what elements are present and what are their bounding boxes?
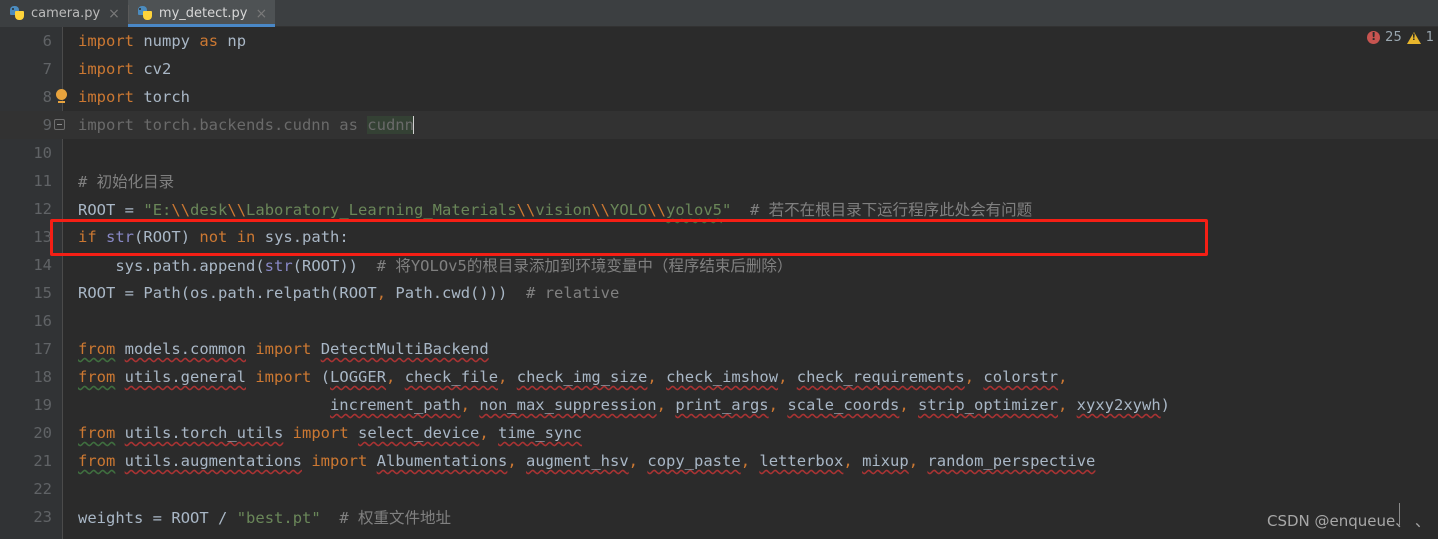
- gutter-marker: [52, 419, 68, 447]
- code-line[interactable]: 13 if str(ROOT) not in sys.path:: [0, 223, 1438, 251]
- code-comment: # relative: [526, 284, 620, 302]
- code-line[interactable]: 22: [0, 475, 1438, 503]
- line-number: 16: [33, 312, 52, 330]
- gutter-marker: [52, 195, 68, 223]
- gutter-marker: [52, 279, 68, 307]
- code-comment: # 权重文件地址: [339, 509, 452, 527]
- code-comment: # 若不在根目录下运行程序此处会有问题: [750, 201, 1033, 219]
- line-number: 12: [33, 200, 52, 218]
- gutter-marker: [52, 167, 68, 195]
- code-text: from models.common import DetectMultiBac…: [78, 340, 489, 358]
- line-number: 6: [42, 32, 52, 50]
- gutter-marker: [52, 447, 68, 475]
- tab-divider: [127, 5, 129, 22]
- code-text: sys.path.append(str(ROOT)) # 将YOLOv5的根目录…: [115, 257, 793, 275]
- code-comment: # 初始化目录: [78, 173, 175, 191]
- code-text: import torch.backends.cudnn as cudnn: [78, 116, 414, 134]
- code-editor[interactable]: 6 import numpy as np 7 import cv2 8 impo…: [0, 27, 1438, 539]
- gutter-marker: [52, 307, 68, 335]
- line-number: 17: [33, 340, 52, 358]
- code-line[interactable]: 11 # 初始化目录: [0, 167, 1438, 195]
- code-line[interactable]: 19 increment_path, non_max_suppression, …: [0, 391, 1438, 419]
- line-number: 22: [33, 480, 52, 498]
- code-line[interactable]: 14 sys.path.append(str(ROOT)) # 将YOLOv5的…: [0, 251, 1438, 279]
- warning-count: 1: [1425, 30, 1434, 45]
- lightbulb-intention-icon[interactable]: [56, 89, 67, 103]
- warning-triangle-icon[interactable]: [1406, 31, 1421, 44]
- python-file-icon: [10, 6, 25, 21]
- gutter-marker: [52, 475, 68, 503]
- code-text: ROOT = Path(os.path.relpath(ROOT, Path.c…: [78, 284, 620, 302]
- close-icon[interactable]: ×: [108, 7, 120, 21]
- code-text: import numpy as np: [78, 32, 247, 50]
- line-number: 21: [33, 452, 52, 470]
- line-number: 23: [33, 508, 52, 526]
- code-text: from utils.augmentations import Albument…: [78, 452, 1096, 470]
- close-icon[interactable]: ×: [255, 7, 267, 21]
- gutter-marker: [52, 139, 68, 167]
- code-text: import cv2: [78, 60, 172, 78]
- line-number: 14: [33, 256, 52, 274]
- code-text: import torch: [78, 88, 191, 106]
- line-number: 13: [33, 228, 52, 246]
- code-line-current[interactable]: 9 import torch.backends.cudnn as cudnn: [0, 111, 1438, 139]
- error-circle-icon[interactable]: [1367, 30, 1381, 44]
- code-text: weights = ROOT / "best.pt" # 权重文件地址: [78, 509, 452, 527]
- line-number: 15: [33, 284, 52, 302]
- gutter-marker: [52, 363, 68, 391]
- line-number: 11: [33, 172, 52, 190]
- gutter-marker: [52, 83, 68, 111]
- tab-camera-py[interactable]: camera.py ×: [0, 0, 128, 27]
- code-text: from utils.general import (LOGGER, check…: [78, 368, 1068, 386]
- mouse-text-cursor: [1399, 503, 1400, 525]
- gutter-marker: [52, 111, 68, 139]
- gutter-marker: [52, 503, 68, 531]
- tab-my-detect-py[interactable]: my_detect.py ×: [127, 0, 276, 27]
- code-comment: # 将YOLOv5的根目录添加到环境变量中（程序结束后删除）: [376, 257, 793, 275]
- gutter-marker: [52, 251, 68, 279]
- inspection-status-widget[interactable]: 25 1: [1367, 30, 1434, 45]
- code-line[interactable]: 21 from utils.augmentations import Album…: [0, 447, 1438, 475]
- tab-label: my_detect.py: [158, 6, 248, 21]
- gutter-marker: [52, 55, 68, 83]
- code-line[interactable]: 10: [0, 139, 1438, 167]
- line-number: 18: [33, 368, 52, 386]
- code-line[interactable]: 20 from utils.torch_utils import select_…: [0, 419, 1438, 447]
- pycharm-editor-window: camera.py × my_detect.py × 6 import nump…: [0, 0, 1438, 539]
- code-line[interactable]: 23 weights = ROOT / "best.pt" # 权重文件地址: [0, 503, 1438, 531]
- line-number: 19: [33, 396, 52, 414]
- code-line[interactable]: 6 import numpy as np: [0, 27, 1438, 55]
- line-number: 10: [33, 144, 52, 162]
- code-text: if str(ROOT) not in sys.path:: [78, 228, 349, 246]
- line-number: 9: [42, 116, 52, 134]
- line-number: 7: [42, 60, 52, 78]
- code-line[interactable]: 15 ROOT = Path(os.path.relpath(ROOT, Pat…: [0, 279, 1438, 307]
- gutter-marker: [52, 335, 68, 363]
- code-text: increment_path, non_max_suppression, pri…: [329, 396, 1171, 414]
- tab-label: camera.py: [31, 6, 101, 21]
- code-line[interactable]: 18 from utils.general import (LOGGER, ch…: [0, 363, 1438, 391]
- code-line[interactable]: 12 ROOT = "E:\\desk\\Laboratory_Learning…: [0, 195, 1438, 223]
- code-line[interactable]: 8 import torch: [0, 83, 1438, 111]
- code-content[interactable]: 6 import numpy as np 7 import cv2 8 impo…: [0, 27, 1438, 539]
- code-line[interactable]: 16: [0, 307, 1438, 335]
- text-caret: [412, 116, 414, 134]
- error-count: 25: [1385, 30, 1402, 45]
- csdn-watermark: CSDN @enqueue、 、: [1266, 512, 1430, 530]
- code-text: ROOT = "E:\\desk\\Laboratory_Learning_Ma…: [78, 201, 1033, 219]
- code-text: from utils.torch_utils import select_dev…: [78, 424, 583, 442]
- gutter-marker: [52, 391, 68, 419]
- line-number: 20: [33, 424, 52, 442]
- gutter-marker: [52, 27, 68, 55]
- python-file-icon: [137, 6, 153, 21]
- code-line[interactable]: 17 from models.common import DetectMulti…: [0, 335, 1438, 363]
- code-line[interactable]: 7 import cv2: [0, 55, 1438, 83]
- code-fold-collapse-icon[interactable]: [54, 119, 65, 130]
- line-number: 8: [42, 88, 52, 106]
- editor-tab-bar: camera.py × my_detect.py ×: [0, 0, 1438, 27]
- gutter-marker: [52, 223, 68, 251]
